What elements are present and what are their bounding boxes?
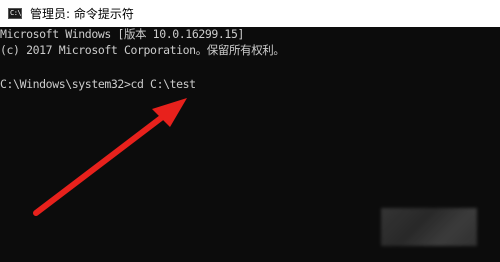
console-line-copyright: (c) 2017 Microsoft Corporation。保留所有权利。: [0, 43, 285, 57]
window-title: 管理员: 命令提示符: [30, 7, 134, 21]
title-bar[interactable]: C:\ 管理员: 命令提示符: [0, 0, 500, 27]
console-line-command: C:\Windows\system32>cd C:\test: [0, 77, 196, 91]
blurred-watermark: [381, 208, 477, 246]
command-prompt-window: C:\ 管理员: 命令提示符 Microsoft Windows [版本 10.…: [0, 0, 500, 262]
terminal-icon: C:\: [8, 8, 22, 19]
console-line-version: Microsoft Windows [版本 10.0.16299.15]: [0, 27, 245, 41]
terminal-icon-glyph: C:\: [10, 9, 22, 17]
